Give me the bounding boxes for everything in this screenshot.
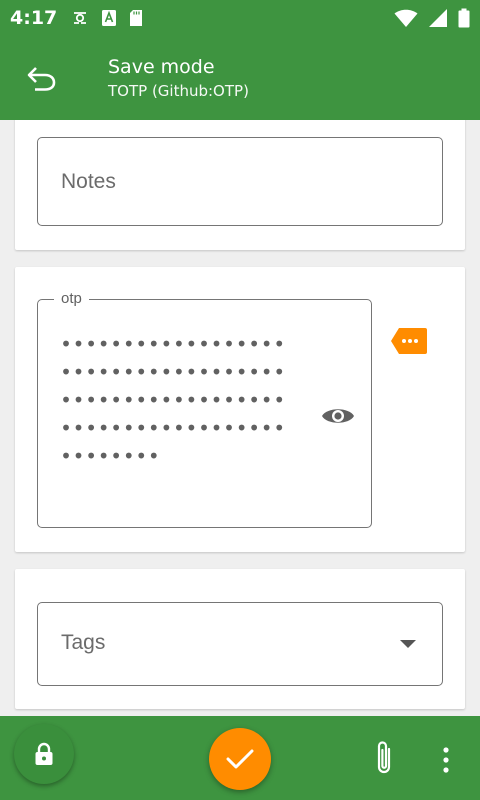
paperclip-icon [377, 741, 391, 774]
reveal-otp-button[interactable] [320, 398, 356, 434]
font-icon [102, 10, 117, 26]
bottom-app-bar [0, 716, 480, 800]
eye-icon [322, 409, 354, 423]
dropdown-arrow-icon [400, 640, 416, 648]
undo-icon [27, 67, 56, 91]
more-vert-icon [443, 747, 449, 773]
signal-icon [429, 9, 447, 27]
back-button[interactable] [22, 58, 62, 98]
attach-button[interactable] [366, 738, 402, 778]
sd-card-icon [130, 10, 143, 26]
tag-otp-button[interactable] [390, 327, 428, 355]
wifi-icon [394, 9, 418, 27]
otp-field[interactable]: otp ••••••••••••••••••••••••••••••••••••… [37, 290, 372, 528]
tags-card: Tags [15, 569, 465, 709]
otp-card: otp ••••••••••••••••••••••••••••••••••••… [15, 267, 465, 552]
tags-dropdown[interactable]: Tags [37, 602, 443, 686]
status-bar: 4:17 [0, 0, 480, 36]
lock-button[interactable] [14, 724, 74, 784]
save-button[interactable] [209, 728, 271, 790]
page-title: Save mode [108, 56, 215, 78]
app-bar: Save mode TOTP (Github:OTP) [0, 36, 480, 120]
more-options-button[interactable] [432, 740, 460, 780]
page-subtitle: TOTP (Github:OTP) [108, 82, 249, 100]
tag-more-icon [391, 328, 427, 354]
battery-icon [458, 8, 470, 28]
notes-field[interactable]: Notes [37, 137, 443, 226]
form-content[interactable]: Notes otp ••••••••••••••••••••••••••••••… [0, 120, 480, 716]
otp-label: otp [54, 290, 89, 307]
check-icon [226, 749, 254, 769]
accessibility-icon [74, 12, 87, 24]
lock-icon [35, 742, 53, 765]
otp-masked-value: ••••••••••••••••••••••••••••••••••••••••… [60, 332, 286, 468]
notes-placeholder: Notes [61, 170, 116, 193]
status-time: 4:17 [10, 7, 58, 29]
tags-placeholder: Tags [61, 631, 106, 654]
notes-card: Notes [15, 120, 465, 250]
